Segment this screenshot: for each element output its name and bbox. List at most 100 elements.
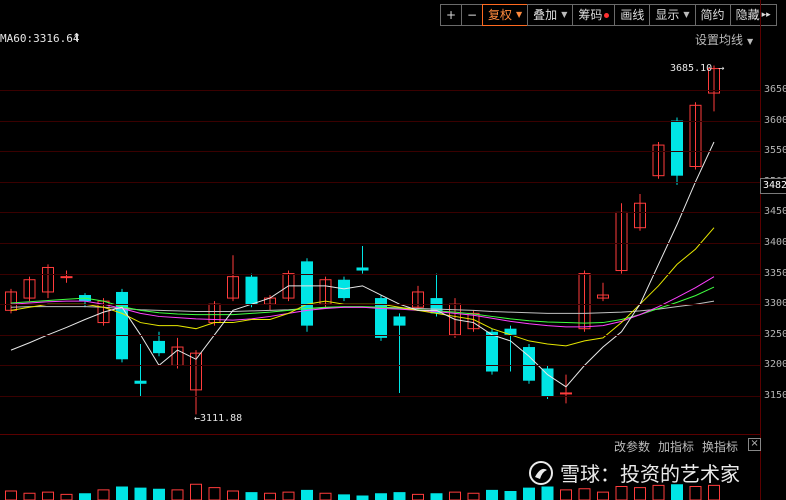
watermark-text: 雪球：投资的艺术家 xyxy=(560,462,740,486)
grid-line xyxy=(0,212,760,214)
grid-line xyxy=(0,334,760,336)
volume-bar-up xyxy=(578,488,591,500)
volume-bar-up xyxy=(652,484,665,500)
draw-line-button[interactable]: 画线 xyxy=(614,4,651,26)
grid-line xyxy=(0,273,760,275)
candlestick-chart[interactable] xyxy=(0,0,786,500)
volume-bar-down xyxy=(134,487,147,500)
volume-bar-up xyxy=(467,492,480,500)
volume-bar-up xyxy=(190,483,202,500)
volume-bar-up xyxy=(634,487,646,500)
ma60-readout: MA60:3316.64 xyxy=(0,32,80,45)
volume-bar-up xyxy=(97,489,110,500)
chart-divider xyxy=(0,434,760,435)
fuquan-dropdown[interactable]: 复权 ▼ xyxy=(482,4,529,26)
change-params-button[interactable]: 改参数 xyxy=(614,438,650,455)
zoom-in-button[interactable]: + xyxy=(440,4,462,26)
volume-bar-up xyxy=(264,492,276,500)
volume-bar-up xyxy=(227,490,239,500)
candle-up xyxy=(60,276,73,279)
volume-bar-up xyxy=(319,492,332,500)
grid-line xyxy=(0,365,760,367)
chart-toolbar: + − 复权 ▼ 叠加 ▼ 筹码 画线 显示 ▼ 简约 隐藏 ▸▸ xyxy=(440,4,777,26)
volume-bar-up xyxy=(42,491,54,500)
display-dropdown[interactable]: 显示 ▼ xyxy=(649,4,696,26)
high-annotation: 3685.10 → xyxy=(670,63,724,74)
volume-bar-up xyxy=(597,491,609,500)
volume-bar-up xyxy=(5,490,17,500)
indicator-bar: 改参数 加指标 换指标 × xyxy=(614,438,762,455)
volume-bar-down xyxy=(523,487,535,500)
candle-up xyxy=(560,392,572,395)
volume-bar-down xyxy=(338,494,350,500)
y-tick-label: 3200 xyxy=(764,359,786,371)
y-tick-label: 3450 xyxy=(764,206,786,218)
y-tick-label: 3300 xyxy=(764,298,786,310)
ma-settings-button[interactable]: 设置均线 ▼ xyxy=(695,31,753,48)
volume-bar-up xyxy=(615,486,628,500)
y-axis-line xyxy=(760,0,761,500)
volume-bar-up xyxy=(560,489,572,500)
low-annotation: ←3111.88 xyxy=(194,413,242,424)
candle-down xyxy=(245,276,258,305)
volume-bar-down xyxy=(301,489,313,500)
close-icon[interactable]: × xyxy=(748,438,762,451)
overlay-label: 叠加 xyxy=(533,8,558,22)
grid-line xyxy=(0,396,760,397)
volume-bar-up xyxy=(708,484,720,500)
display-label: 显示 xyxy=(655,8,680,22)
chevron-down-icon: ▼ xyxy=(516,10,523,19)
y-tick-label: 3650 xyxy=(764,84,786,95)
grid-line xyxy=(0,90,760,91)
volume-bar-up xyxy=(23,492,36,500)
candle-down xyxy=(356,267,369,271)
volume-bar-up xyxy=(412,493,424,500)
chevron-down-icon: ▼ xyxy=(561,10,568,19)
arrow-right-icon: → xyxy=(718,63,725,74)
volume-bar-down xyxy=(116,486,128,500)
volume-bar-up xyxy=(171,489,184,500)
snowball-logo-icon xyxy=(529,460,553,485)
volume-bar-down xyxy=(504,491,517,500)
candle-down xyxy=(671,120,683,176)
chips-button[interactable]: 筹码 xyxy=(572,4,616,26)
y-tick-label: 3600 xyxy=(764,114,786,126)
switch-indicator-button[interactable]: 换指标 xyxy=(702,438,738,455)
ma-settings-label: 设置均线 xyxy=(695,33,744,47)
chips-label: 筹码 xyxy=(578,8,603,22)
hide-button[interactable]: 隐藏 ▸▸ xyxy=(729,4,777,26)
arrow-up-icon: ↑ xyxy=(72,31,82,44)
candle-down xyxy=(541,368,554,396)
candle-down xyxy=(134,380,147,384)
grid-line xyxy=(0,120,760,122)
simple-mode-button[interactable]: 简约 xyxy=(694,4,731,26)
grid-line xyxy=(0,243,760,244)
y-tick-label: 3350 xyxy=(764,267,786,279)
xueqiu-watermark: 雪球：投资的艺术家 xyxy=(528,458,740,487)
y-tick-label: 3250 xyxy=(764,328,786,340)
fuquan-label: 复权 xyxy=(488,8,513,22)
volume-bar-up xyxy=(60,493,73,500)
volume-bar-down xyxy=(393,492,406,500)
volume-bar-down xyxy=(375,493,387,500)
chevron-down-icon: ▼ xyxy=(683,10,690,19)
current-price-label: 3482 xyxy=(760,178,786,194)
zoom-out-button[interactable]: − xyxy=(461,4,483,26)
volume-bar-up xyxy=(449,491,461,500)
chevron-down-icon: ▼ xyxy=(747,37,754,46)
candle-down xyxy=(153,340,165,354)
candle-down xyxy=(393,316,406,326)
volume-bar-up xyxy=(208,487,221,500)
volume-bar-up xyxy=(689,486,702,500)
notification-dot-icon xyxy=(604,12,610,18)
grid-line xyxy=(0,181,760,183)
candle-down xyxy=(523,347,535,381)
overlay-dropdown[interactable]: 叠加 ▼ xyxy=(527,4,574,26)
volume-bar-down xyxy=(430,493,443,500)
hide-label: 隐藏 xyxy=(735,8,760,22)
double-arrow-right-icon: ▸▸ xyxy=(761,10,771,20)
volume-bar-down xyxy=(541,486,554,500)
high-value: 3685.10 xyxy=(670,63,713,74)
add-indicator-button[interactable]: 加指标 xyxy=(658,438,694,455)
volume-bar-down xyxy=(79,493,91,500)
